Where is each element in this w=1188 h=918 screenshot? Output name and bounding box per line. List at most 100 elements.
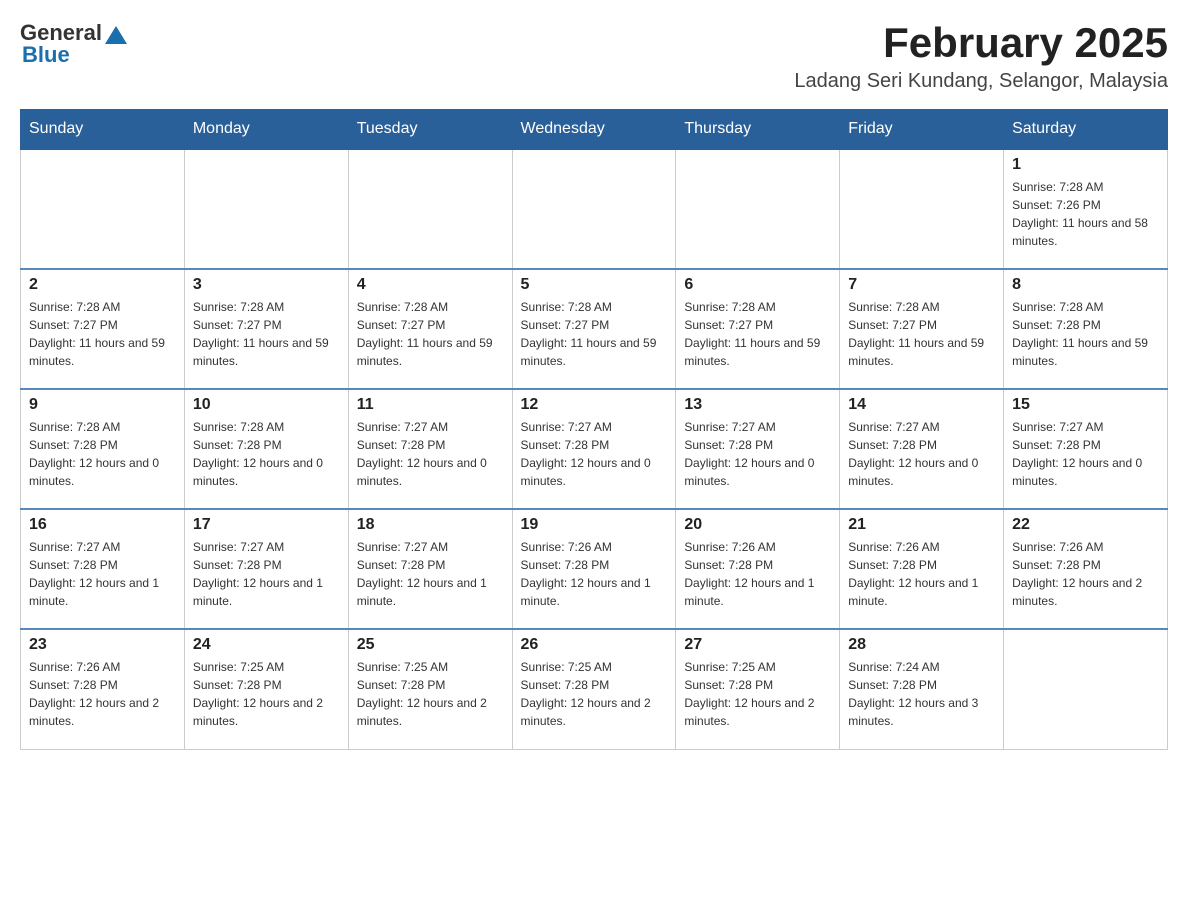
day-number: 9 [29,396,176,414]
calendar-day-cell: 17 Sunrise: 7:27 AM Sunset: 7:28 PM Dayli… [184,509,348,629]
day-number: 13 [684,396,831,414]
day-info: Sunrise: 7:27 AM Sunset: 7:28 PM Dayligh… [1012,418,1159,490]
day-info: Sunrise: 7:28 AM Sunset: 7:27 PM Dayligh… [357,298,504,370]
day-number: 28 [848,636,995,654]
calendar-day-cell [184,149,348,269]
calendar-day-cell: 4 Sunrise: 7:28 AM Sunset: 7:27 PM Daylig… [348,269,512,389]
day-number: 18 [357,516,504,534]
day-info: Sunrise: 7:28 AM Sunset: 7:27 PM Dayligh… [29,298,176,370]
calendar-week-row: 1 Sunrise: 7:28 AM Sunset: 7:26 PM Daylig… [21,149,1168,269]
day-info: Sunrise: 7:24 AM Sunset: 7:28 PM Dayligh… [848,658,995,730]
calendar-day-cell [21,149,185,269]
day-number: 15 [1012,396,1159,414]
day-info: Sunrise: 7:28 AM Sunset: 7:27 PM Dayligh… [193,298,340,370]
day-of-week-header: Tuesday [348,110,512,150]
day-info: Sunrise: 7:27 AM Sunset: 7:28 PM Dayligh… [684,418,831,490]
day-number: 23 [29,636,176,654]
location-title: Ladang Seri Kundang, Selangor, Malaysia [794,70,1168,93]
day-info: Sunrise: 7:28 AM Sunset: 7:27 PM Dayligh… [684,298,831,370]
day-info: Sunrise: 7:27 AM Sunset: 7:28 PM Dayligh… [848,418,995,490]
day-of-week-header: Friday [840,110,1004,150]
month-title: February 2025 [794,20,1168,66]
day-info: Sunrise: 7:25 AM Sunset: 7:28 PM Dayligh… [521,658,668,730]
day-number: 5 [521,276,668,294]
calendar-day-cell: 20 Sunrise: 7:26 AM Sunset: 7:28 PM Dayli… [676,509,840,629]
day-info: Sunrise: 7:27 AM Sunset: 7:28 PM Dayligh… [357,418,504,490]
calendar-header-row: SundayMondayTuesdayWednesdayThursdayFrid… [21,110,1168,150]
calendar-day-cell: 22 Sunrise: 7:26 AM Sunset: 7:28 PM Dayli… [1004,509,1168,629]
calendar-day-cell: 25 Sunrise: 7:25 AM Sunset: 7:28 PM Dayli… [348,629,512,749]
calendar-day-cell: 19 Sunrise: 7:26 AM Sunset: 7:28 PM Dayli… [512,509,676,629]
calendar-day-cell: 7 Sunrise: 7:28 AM Sunset: 7:27 PM Daylig… [840,269,1004,389]
calendar-day-cell: 6 Sunrise: 7:28 AM Sunset: 7:27 PM Daylig… [676,269,840,389]
day-info: Sunrise: 7:25 AM Sunset: 7:28 PM Dayligh… [357,658,504,730]
day-info: Sunrise: 7:27 AM Sunset: 7:28 PM Dayligh… [521,418,668,490]
day-number: 11 [357,396,504,414]
day-number: 25 [357,636,504,654]
calendar-day-cell: 3 Sunrise: 7:28 AM Sunset: 7:27 PM Daylig… [184,269,348,389]
day-info: Sunrise: 7:25 AM Sunset: 7:28 PM Dayligh… [193,658,340,730]
calendar-week-row: 16 Sunrise: 7:27 AM Sunset: 7:28 PM Dayli… [21,509,1168,629]
day-info: Sunrise: 7:28 AM Sunset: 7:28 PM Dayligh… [1012,298,1159,370]
day-info: Sunrise: 7:25 AM Sunset: 7:28 PM Dayligh… [684,658,831,730]
calendar-day-cell: 11 Sunrise: 7:27 AM Sunset: 7:28 PM Dayli… [348,389,512,509]
calendar-day-cell [840,149,1004,269]
day-info: Sunrise: 7:27 AM Sunset: 7:28 PM Dayligh… [357,538,504,610]
day-info: Sunrise: 7:26 AM Sunset: 7:28 PM Dayligh… [1012,538,1159,610]
day-number: 27 [684,636,831,654]
day-number: 17 [193,516,340,534]
day-info: Sunrise: 7:28 AM Sunset: 7:27 PM Dayligh… [848,298,995,370]
day-number: 21 [848,516,995,534]
calendar-day-cell [348,149,512,269]
day-info: Sunrise: 7:27 AM Sunset: 7:28 PM Dayligh… [193,538,340,610]
day-number: 19 [521,516,668,534]
logo-blue-text: Blue [22,42,70,68]
day-of-week-header: Wednesday [512,110,676,150]
day-of-week-header: Saturday [1004,110,1168,150]
calendar-day-cell: 26 Sunrise: 7:25 AM Sunset: 7:28 PM Dayli… [512,629,676,749]
day-number: 26 [521,636,668,654]
day-info: Sunrise: 7:26 AM Sunset: 7:28 PM Dayligh… [684,538,831,610]
day-info: Sunrise: 7:28 AM Sunset: 7:26 PM Dayligh… [1012,178,1159,250]
day-of-week-header: Sunday [21,110,185,150]
calendar-day-cell: 8 Sunrise: 7:28 AM Sunset: 7:28 PM Daylig… [1004,269,1168,389]
calendar-day-cell: 1 Sunrise: 7:28 AM Sunset: 7:26 PM Daylig… [1004,149,1168,269]
calendar-week-row: 2Sunrise: 7:28 AM Sunset: 7:27 PM Daylig… [21,269,1168,389]
day-number: 10 [193,396,340,414]
day-number: 24 [193,636,340,654]
day-number: 16 [29,516,176,534]
day-number: 22 [1012,516,1159,534]
calendar-day-cell: 14Sunrise: 7:27 AM Sunset: 7:28 PM Dayli… [840,389,1004,509]
calendar-day-cell: 5 Sunrise: 7:28 AM Sunset: 7:27 PM Daylig… [512,269,676,389]
calendar-day-cell: 21 Sunrise: 7:26 AM Sunset: 7:28 PM Dayli… [840,509,1004,629]
calendar-day-cell: 9 Sunrise: 7:28 AM Sunset: 7:28 PM Daylig… [21,389,185,509]
calendar-day-cell: 28 Sunrise: 7:24 AM Sunset: 7:28 PM Dayli… [840,629,1004,749]
day-info: Sunrise: 7:27 AM Sunset: 7:28 PM Dayligh… [29,538,176,610]
day-number: 6 [684,276,831,294]
day-number: 20 [684,516,831,534]
day-number: 3 [193,276,340,294]
day-number: 1 [1012,156,1159,174]
day-number: 4 [357,276,504,294]
calendar-day-cell: 13 Sunrise: 7:27 AM Sunset: 7:28 PM Dayli… [676,389,840,509]
calendar-day-cell: 24 Sunrise: 7:25 AM Sunset: 7:28 PM Dayli… [184,629,348,749]
day-info: Sunrise: 7:26 AM Sunset: 7:28 PM Dayligh… [848,538,995,610]
calendar-week-row: 23Sunrise: 7:26 AM Sunset: 7:28 PM Dayli… [21,629,1168,749]
page-header: General Blue February 2025 Ladang Seri K… [20,20,1168,93]
day-number: 12 [521,396,668,414]
title-section: February 2025 Ladang Seri Kundang, Selan… [794,20,1168,93]
calendar-day-cell [1004,629,1168,749]
calendar-day-cell: 27 Sunrise: 7:25 AM Sunset: 7:28 PM Dayli… [676,629,840,749]
calendar-day-cell: 16 Sunrise: 7:27 AM Sunset: 7:28 PM Dayli… [21,509,185,629]
day-info: Sunrise: 7:26 AM Sunset: 7:28 PM Dayligh… [521,538,668,610]
calendar-day-cell: 12 Sunrise: 7:27 AM Sunset: 7:28 PM Dayli… [512,389,676,509]
day-info: Sunrise: 7:28 AM Sunset: 7:27 PM Dayligh… [521,298,668,370]
day-info: Sunrise: 7:28 AM Sunset: 7:28 PM Dayligh… [29,418,176,490]
day-number: 8 [1012,276,1159,294]
calendar-day-cell [512,149,676,269]
day-number: 7 [848,276,995,294]
day-of-week-header: Monday [184,110,348,150]
logo: General Blue [20,20,127,68]
day-of-week-header: Thursday [676,110,840,150]
calendar-week-row: 9 Sunrise: 7:28 AM Sunset: 7:28 PM Daylig… [21,389,1168,509]
